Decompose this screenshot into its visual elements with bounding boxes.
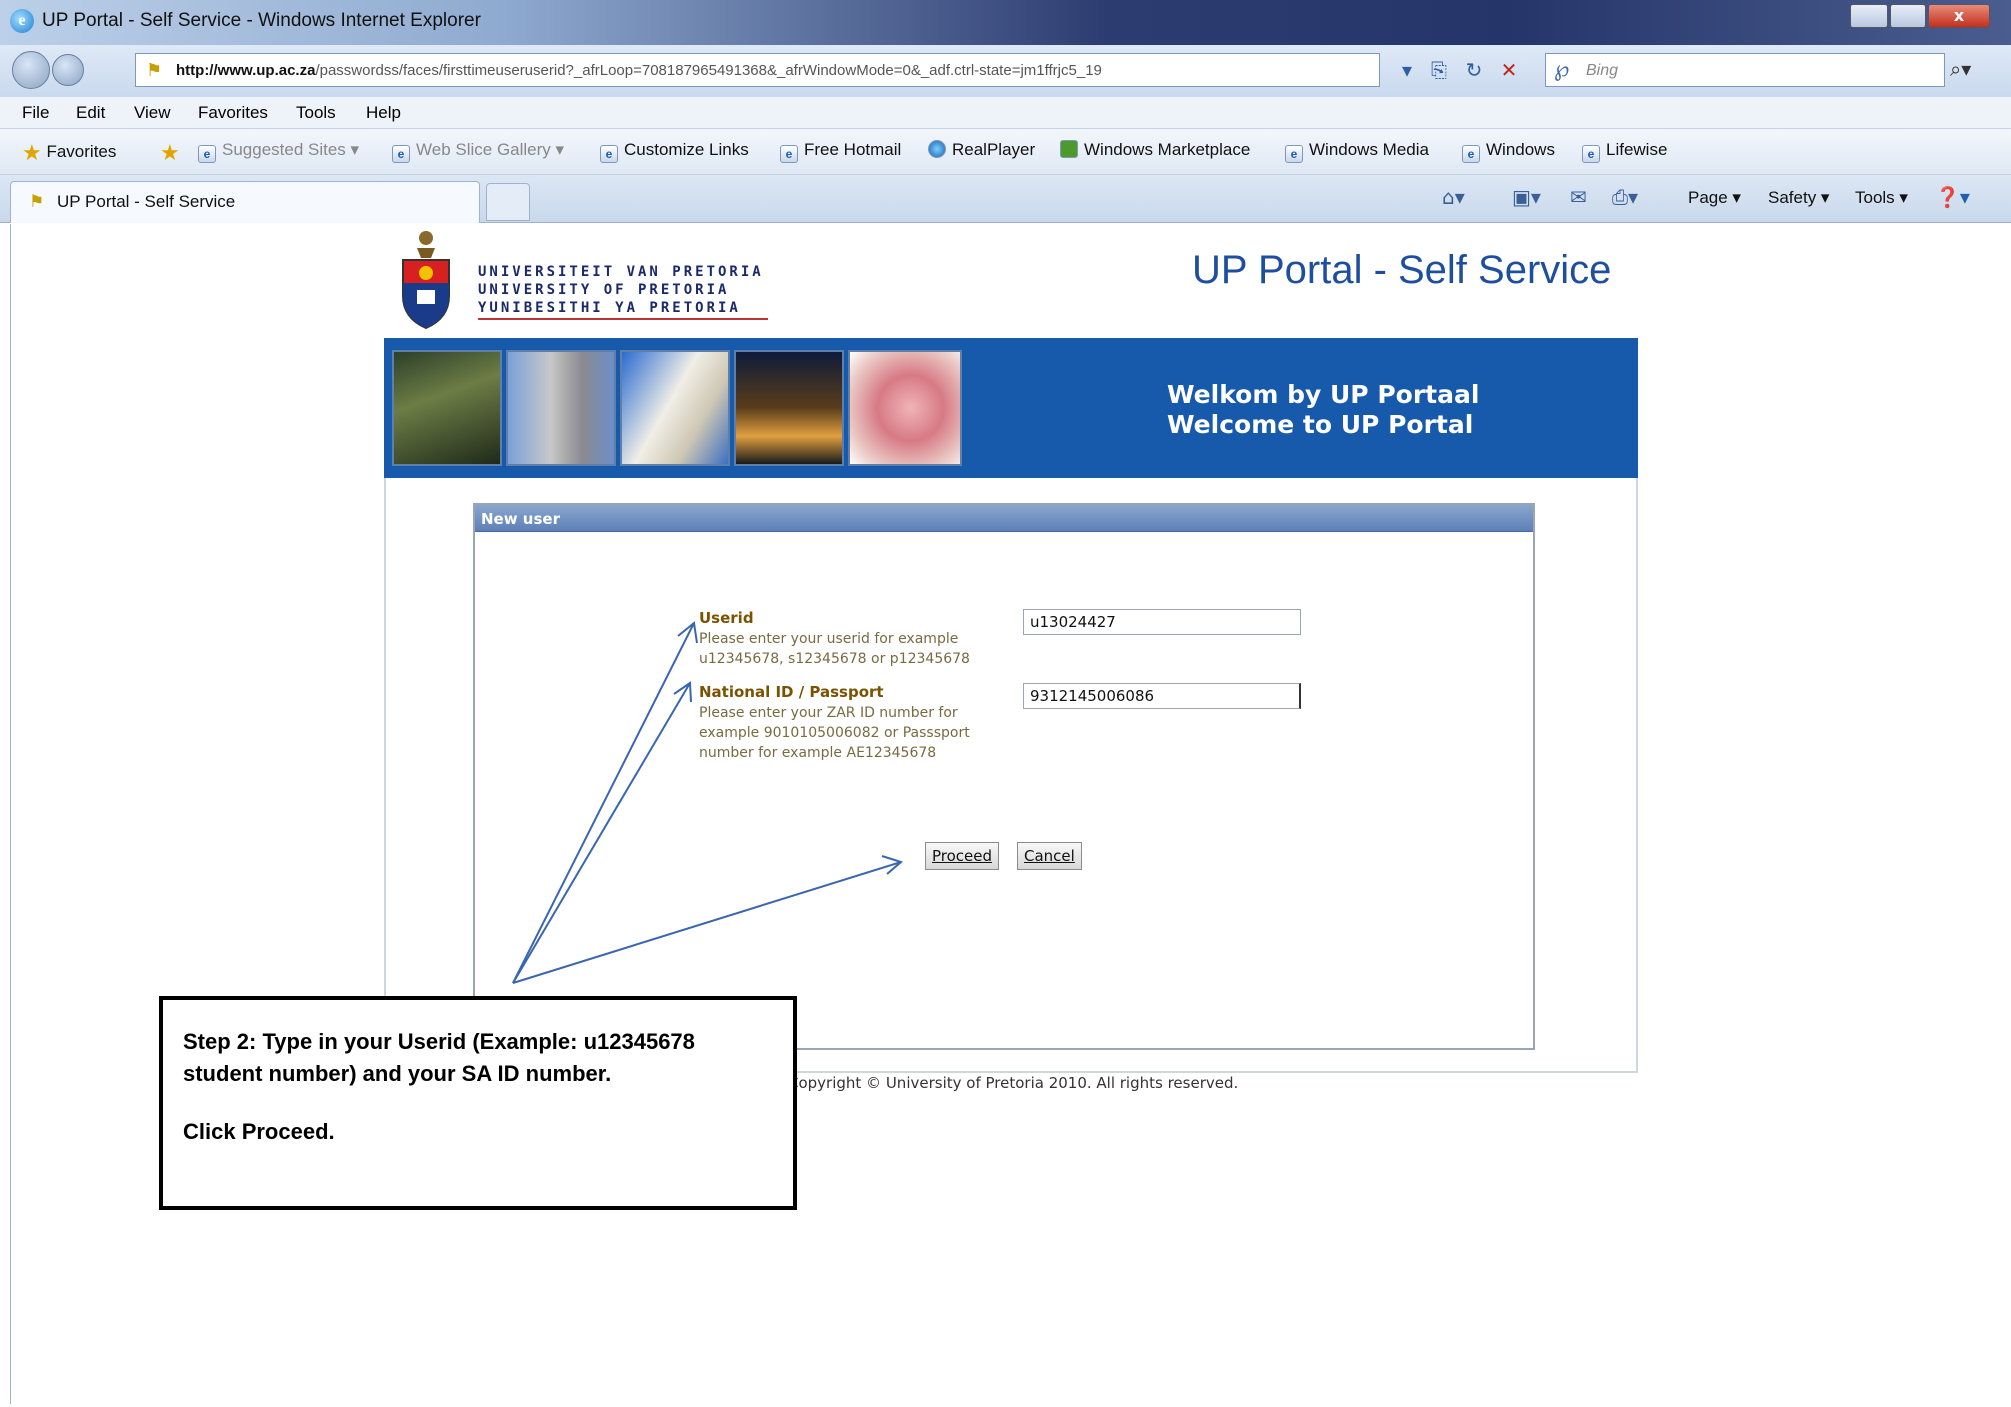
- banner-photo-night-building: [734, 350, 844, 466]
- mail-icon[interactable]: ✉: [1570, 185, 1587, 209]
- add-favorite-icon[interactable]: ★: [160, 140, 180, 166]
- new-user-panel: New user: [473, 503, 1535, 1050]
- favorites-button[interactable]: ★ Favorites: [22, 140, 116, 166]
- ie-logo-icon: e: [10, 9, 34, 33]
- instruction-callout: Step 2: Type in your Userid (Example: u1…: [159, 996, 797, 1210]
- minimize-button[interactable]: [1850, 4, 1888, 28]
- menu-file[interactable]: File: [22, 103, 49, 123]
- panel-header: New user: [475, 505, 1533, 532]
- national-id-help: Please enter your ZAR ID number for exam…: [699, 705, 970, 761]
- refresh-icon[interactable]: ↻: [1460, 57, 1488, 83]
- logo-line-en: UNIVERSITY OF PRETORIA: [478, 282, 730, 298]
- banner-photo-building: [506, 350, 616, 466]
- safety-menu[interactable]: Safety ▾: [1768, 188, 1829, 208]
- search-placeholder: Bing: [1586, 62, 1619, 79]
- welcome-text: Welkom by UP Portaal Welcome to UP Porta…: [1167, 380, 1479, 440]
- page-icon: e: [600, 145, 618, 163]
- menu-edit[interactable]: Edit: [76, 103, 105, 123]
- fav-lifewise[interactable]: e Lifewise: [1582, 140, 1667, 163]
- site-icon: ⚑: [29, 192, 45, 212]
- compatibility-view-icon[interactable]: ⎘: [1425, 57, 1453, 83]
- menu-help[interactable]: Help: [366, 103, 401, 123]
- portal-title: UP Portal - Self Service: [1192, 248, 1612, 292]
- university-name: UNIVERSITEIT VAN PRETORIA UNIVERSITY OF …: [478, 263, 764, 317]
- fav-realplayer[interactable]: RealPlayer: [928, 140, 1035, 160]
- callout-line-3: Click Proceed.: [183, 1119, 335, 1144]
- stop-icon[interactable]: ✕: [1495, 57, 1523, 83]
- menu-tools[interactable]: Tools: [296, 103, 336, 123]
- print-icon[interactable]: ⎙▾: [1612, 185, 1638, 209]
- banner-photo-statue: [392, 350, 502, 466]
- page-icon: e: [1285, 145, 1303, 163]
- star-icon: ★: [22, 140, 42, 165]
- feeds-icon[interactable]: ▣▾: [1512, 185, 1541, 209]
- forward-button[interactable]: [52, 54, 84, 86]
- logo-line-ns: YUNIBESITHI YA PRETORIA: [478, 300, 741, 316]
- tab-label: UP Portal - Self Service: [57, 192, 236, 211]
- fav-suggested-sites[interactable]: e Suggested Sites ▾: [198, 140, 359, 163]
- page-icon: e: [1462, 145, 1480, 163]
- menu-bar: File Edit View Favorites Tools Help: [0, 97, 2011, 129]
- banner-photo-rose: [848, 350, 962, 466]
- menu-favorites[interactable]: Favorites: [198, 103, 268, 123]
- logo-underline: [478, 318, 768, 320]
- window-title: UP Portal - Self Service - Windows Inter…: [42, 10, 481, 31]
- favorites-bar: ★ Favorites ★ e Suggested Sites ▾ e Web Sl…: [0, 129, 2011, 175]
- welcome-afrikaans: Welkom by UP Portaal: [1167, 380, 1480, 409]
- fav-windows-media[interactable]: e Windows Media: [1285, 140, 1429, 163]
- bing-icon: ℘: [1554, 57, 1570, 82]
- address-row: ⚑ http://www.up.ac.za/passwordss/faces/f…: [0, 45, 2011, 97]
- menu-view[interactable]: View: [134, 103, 171, 123]
- proceed-button[interactable]: Proceed: [925, 842, 1000, 870]
- search-go-icon[interactable]: ⌕▾: [1950, 57, 1971, 81]
- cancel-button[interactable]: Cancel: [1017, 842, 1082, 870]
- help-icon[interactable]: ❓▾: [1935, 185, 1970, 209]
- home-icon[interactable]: ⌂▾: [1442, 185, 1465, 209]
- fav-windows[interactable]: e Windows: [1462, 140, 1555, 163]
- realplayer-icon: [928, 140, 946, 158]
- address-url[interactable]: http://www.up.ac.za/passwordss/faces/fir…: [176, 62, 1102, 79]
- page-icon: e: [780, 145, 798, 163]
- logo-line-af: UNIVERSITEIT VAN PRETORIA: [478, 264, 764, 280]
- userid-label: Userid: [699, 609, 754, 627]
- fav-customize-links[interactable]: e Customize Links: [600, 140, 749, 163]
- maximize-button[interactable]: [1890, 4, 1926, 28]
- tab-up-portal[interactable]: ⚑ UP Portal - Self Service: [10, 181, 480, 223]
- marketplace-icon: [1060, 140, 1078, 158]
- fav-free-hotmail[interactable]: e Free Hotmail: [780, 140, 901, 163]
- userid-help: Please enter your userid for example u12…: [699, 631, 970, 667]
- title-bar: e UP Portal - Self Service - Windows Int…: [0, 0, 2011, 45]
- tab-row: ⚑ UP Portal - Self Service ⌂▾ ▣▾ ✉ ⎙▾ Pa…: [0, 175, 2011, 223]
- page-icon: e: [198, 145, 216, 163]
- new-tab-button[interactable]: [486, 183, 530, 221]
- page-menu[interactable]: Page ▾: [1688, 188, 1741, 208]
- site-icon: ⚑: [146, 60, 163, 81]
- panel-title: New user: [481, 510, 560, 528]
- dropdown-arrow-icon[interactable]: ▾: [1393, 57, 1421, 83]
- callout-line-1: Step 2: Type in your Userid (Example: u1…: [183, 1029, 695, 1054]
- banner-photo-architecture: [620, 350, 730, 466]
- address-bar[interactable]: ⚑ http://www.up.ac.za/passwordss/faces/f…: [135, 53, 1380, 87]
- university-crest-icon: [402, 231, 450, 330]
- copyright-text: Copyright © University of Pretoria 2010.…: [788, 1074, 1239, 1092]
- national-id-input[interactable]: 9312145006086: [1023, 683, 1301, 709]
- close-window-button[interactable]: x: [1928, 4, 1990, 28]
- welcome-english: Welcome to UP Portal: [1167, 410, 1474, 439]
- callout-line-2: student number) and your SA ID number.: [183, 1061, 612, 1086]
- tools-menu[interactable]: Tools ▾: [1855, 188, 1908, 208]
- fav-windows-marketplace[interactable]: Windows Marketplace: [1060, 140, 1250, 160]
- national-id-label: National ID / Passport: [699, 683, 884, 701]
- page-icon: e: [392, 145, 410, 163]
- page-icon: e: [1582, 145, 1600, 163]
- fav-web-slice-gallery[interactable]: e Web Slice Gallery ▾: [392, 140, 564, 163]
- search-box[interactable]: ℘ Bing: [1545, 53, 1945, 87]
- userid-input[interactable]: u13024427: [1023, 609, 1301, 635]
- back-button[interactable]: [12, 51, 50, 89]
- browser-window: e UP Portal - Self Service - Windows Int…: [0, 0, 2011, 1407]
